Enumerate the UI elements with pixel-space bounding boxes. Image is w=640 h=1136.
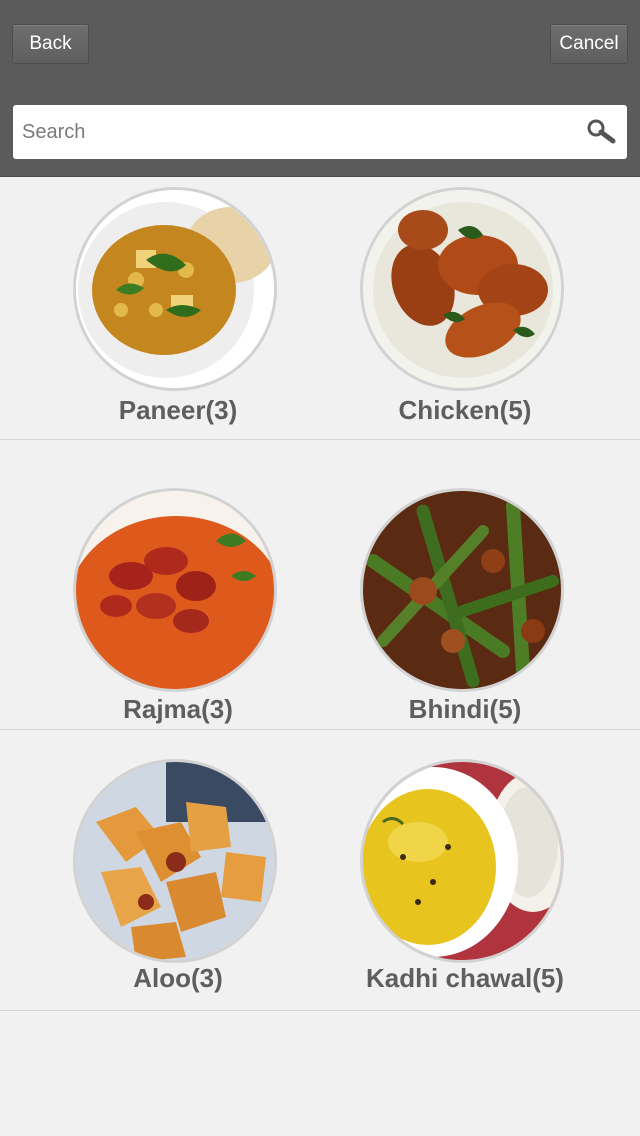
category-label: Kadhi chawal(5): [366, 963, 564, 993]
search-icon[interactable]: [585, 117, 617, 147]
kadhi-chawal-dish-image[interactable]: [360, 759, 564, 963]
category-label: Aloo(3): [133, 963, 223, 993]
category-item-paneer[interactable]: Paneer(3): [18, 177, 338, 439]
category-label: Chicken(5): [398, 395, 532, 425]
back-button[interactable]: Back: [12, 24, 89, 64]
search-input[interactable]: Search: [13, 105, 627, 159]
search-placeholder: Search: [22, 121, 86, 143]
top-bar: Back Cancel Search: [0, 0, 640, 177]
aloo-dish-image[interactable]: [73, 759, 277, 963]
category-row: Rajma(3) Bhindi(5): [0, 440, 640, 730]
category-item-kadhi-chawal[interactable]: Kadhi chawal(5): [305, 730, 625, 1010]
category-label: Rajma(3): [123, 694, 233, 724]
category-label: Bhindi(5): [408, 694, 522, 724]
category-row: Aloo(3) Kadhi chawal(5): [0, 730, 640, 1011]
chicken-dish-image[interactable]: [360, 187, 564, 391]
bhindi-dish-image[interactable]: [360, 488, 564, 692]
category-grid: Paneer(3) Chicken(5) Rajma(3) Bhindi(5) …: [0, 177, 640, 1011]
paneer-dish-image[interactable]: [73, 187, 277, 391]
category-item-bhindi[interactable]: Bhindi(5): [305, 440, 625, 729]
category-item-rajma[interactable]: Rajma(3): [18, 440, 338, 729]
category-item-aloo[interactable]: Aloo(3): [18, 730, 338, 1010]
cancel-button[interactable]: Cancel: [550, 24, 628, 64]
category-label: Paneer(3): [118, 395, 238, 425]
category-row: Paneer(3) Chicken(5): [0, 177, 640, 440]
category-item-chicken[interactable]: Chicken(5): [305, 177, 625, 439]
rajma-dish-image[interactable]: [73, 488, 277, 692]
